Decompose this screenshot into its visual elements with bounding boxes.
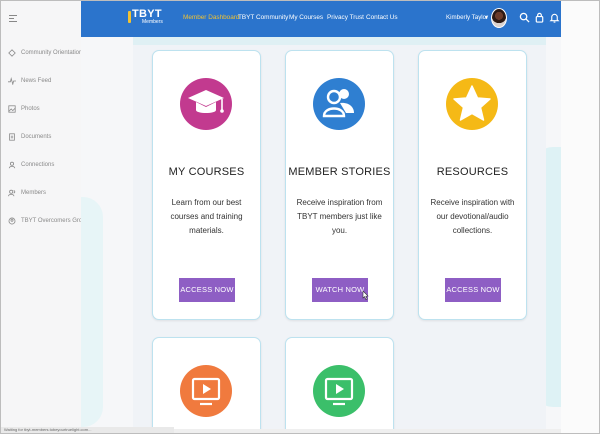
sidebar-item-label: Documents bbox=[21, 134, 52, 140]
logo-mark-icon bbox=[128, 11, 131, 23]
card-member-stories: MEMBER STORIES Receive inspiration from … bbox=[285, 50, 394, 320]
top-navigation-bar: TBYT Members Member Dashboard TBYT Commu… bbox=[81, 1, 561, 37]
video-icon bbox=[324, 377, 354, 406]
dashboard-panel: MY COURSES Learn from our best courses a… bbox=[133, 37, 546, 433]
card-title: MY COURSES bbox=[168, 166, 245, 178]
stories-icon-circle bbox=[313, 78, 365, 130]
brand-name: TBYT bbox=[132, 8, 162, 20]
card-resources: RESOURCES Receive inspiration with our d… bbox=[418, 50, 527, 320]
nav-tbyt-community[interactable]: TBYT Community bbox=[238, 14, 288, 21]
access-now-button[interactable]: ACCESS NOW bbox=[445, 278, 501, 302]
star-icon bbox=[453, 85, 491, 121]
browser-frame: Community Orientation News Feed Photos D… bbox=[0, 0, 600, 434]
access-now-button[interactable]: ACCESS NOW bbox=[179, 278, 235, 302]
sidebar-item-label: News Feed bbox=[21, 78, 52, 84]
bell-icon[interactable] bbox=[549, 12, 560, 23]
card-video-1[interactable] bbox=[152, 337, 261, 433]
people-icon bbox=[322, 89, 354, 118]
sidebar-item-news-feed[interactable]: News Feed bbox=[8, 77, 51, 85]
video-icon-circle bbox=[180, 365, 232, 417]
status-bar: Waiting for tbyt-members.tobeyourtruelig… bbox=[1, 427, 174, 433]
card-video-2[interactable] bbox=[285, 337, 394, 433]
nav-contact-us[interactable]: Contact Us bbox=[366, 14, 398, 21]
brand-logo[interactable]: TBYT Members bbox=[128, 8, 163, 25]
card-description: Receive inspiration with our devotional/… bbox=[430, 198, 515, 235]
card-description: Receive inspiration from TBYT members ju… bbox=[296, 198, 383, 235]
card-title: RESOURCES bbox=[436, 166, 509, 178]
sidebar-item-photos[interactable]: Photos bbox=[8, 105, 40, 113]
sidebar-item-label: Community Orientation bbox=[21, 50, 83, 56]
document-icon bbox=[9, 133, 15, 141]
sidebar-item-documents[interactable]: Documents bbox=[8, 133, 51, 141]
members-icon bbox=[8, 189, 16, 197]
video-icon-circle bbox=[313, 365, 365, 417]
sidebar-item-label: Members bbox=[21, 190, 47, 196]
cursor-icon bbox=[362, 291, 369, 300]
sidebar-item-label: Connections bbox=[21, 162, 55, 168]
search-icon[interactable] bbox=[519, 12, 530, 23]
photo-icon bbox=[8, 105, 16, 113]
activity-icon bbox=[8, 77, 16, 85]
sidebar-item-connections[interactable]: Connections bbox=[8, 161, 54, 169]
menu-toggle-icon[interactable] bbox=[9, 13, 19, 23]
decorative-wave bbox=[81, 197, 103, 427]
course-icon-circle bbox=[180, 78, 232, 130]
nav-member-dashboard[interactable]: Member Dashboard bbox=[183, 14, 239, 21]
sidebar-item-label: Photos bbox=[21, 106, 40, 112]
community-icon bbox=[8, 49, 16, 57]
sidebar-item-overcomers-group[interactable]: TBYT Overcomers Group bbox=[8, 217, 89, 225]
chevron-down-icon[interactable]: ▼ bbox=[484, 15, 489, 21]
card-my-courses: MY COURSES Learn from our best courses a… bbox=[152, 50, 261, 320]
sidebar: Community Orientation News Feed Photos D… bbox=[1, 1, 89, 433]
nav-my-courses[interactable]: My Courses bbox=[289, 14, 323, 21]
nav-privacy-trust[interactable]: Privacy Trust bbox=[327, 14, 364, 21]
lock-icon[interactable] bbox=[534, 12, 545, 23]
card-title: MEMBER STORIES bbox=[288, 166, 391, 178]
watch-now-button[interactable]: WATCH NOW bbox=[312, 278, 368, 302]
resources-icon-circle bbox=[446, 78, 498, 130]
main-content: MY COURSES Learn from our best courses a… bbox=[81, 37, 561, 433]
user-name[interactable]: Kimberly Taylor bbox=[446, 14, 488, 21]
sidebar-item-label: TBYT Overcomers Group bbox=[21, 218, 89, 224]
sidebar-item-community-orientation[interactable]: Community Orientation bbox=[8, 49, 82, 57]
group-icon bbox=[8, 217, 16, 225]
video-icon bbox=[191, 377, 221, 406]
graduation-cap-icon bbox=[188, 90, 224, 113]
avatar[interactable] bbox=[491, 8, 507, 28]
sidebar-item-members[interactable]: Members bbox=[8, 189, 46, 197]
page-margin-right bbox=[561, 1, 599, 433]
user-icon bbox=[8, 161, 16, 169]
card-description: Learn from our best courses and training… bbox=[170, 198, 243, 235]
